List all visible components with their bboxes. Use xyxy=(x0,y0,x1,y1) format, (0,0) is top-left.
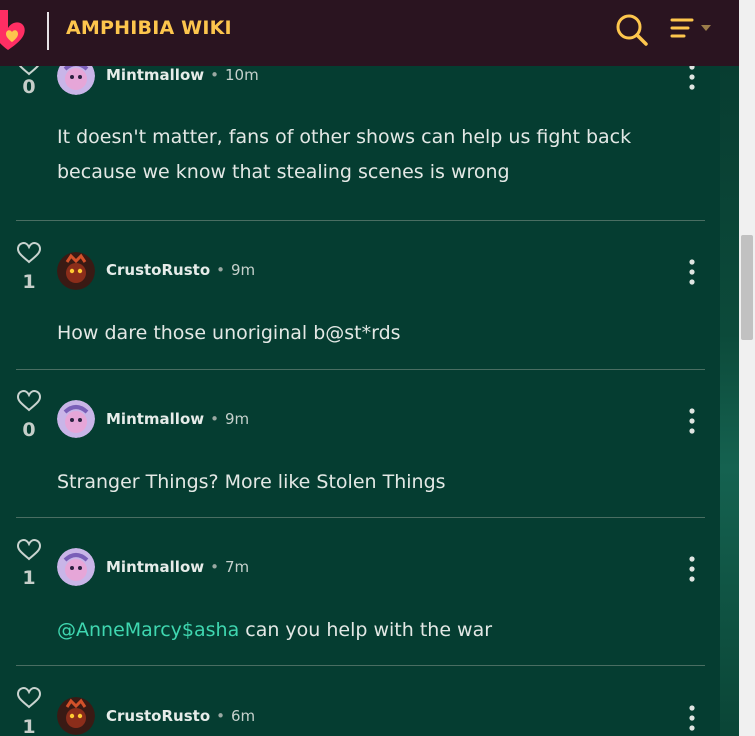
heart-icon[interactable] xyxy=(16,389,42,416)
comment-username[interactable]: Mintmallow xyxy=(106,66,204,84)
mintmallow-avatar[interactable] xyxy=(57,548,95,586)
more-options-icon[interactable] xyxy=(686,258,698,286)
heart-icon[interactable] xyxy=(16,538,42,565)
menu-lines-icon[interactable] xyxy=(670,16,716,44)
comment-timestamp: 9m xyxy=(224,410,250,428)
background-art-strip xyxy=(720,66,739,736)
comment-timestamp: 6m xyxy=(230,707,256,725)
comment-username[interactable]: Mintmallow xyxy=(106,410,204,428)
comment-divider xyxy=(16,517,705,518)
comment-meta: Mintmallow • 9m xyxy=(106,410,250,428)
comment-timestamp: 9m xyxy=(230,261,256,279)
fandom-heart-logo-icon[interactable] xyxy=(0,8,32,52)
comment-timestamp: 7m xyxy=(224,558,250,576)
wiki-title[interactable]: AMPHIBIA WIKI xyxy=(66,17,232,39)
comment-divider xyxy=(16,665,705,666)
crustorusto-avatar[interactable] xyxy=(57,252,95,290)
comment-username[interactable]: CrustoRusto xyxy=(106,707,210,725)
comment-text-remainder: can you help with the war xyxy=(239,619,493,641)
comment-divider xyxy=(16,369,705,370)
mintmallow-avatar[interactable] xyxy=(57,400,95,438)
more-options-icon[interactable] xyxy=(686,704,698,732)
like-count: 1 xyxy=(22,567,36,589)
like-count: 1 xyxy=(22,716,36,736)
like-count: 1 xyxy=(22,271,36,293)
search-icon[interactable] xyxy=(615,13,649,47)
comment-username[interactable]: CrustoRusto xyxy=(106,261,210,279)
comment-username[interactable]: Mintmallow xyxy=(106,558,204,576)
like-count: 0 xyxy=(22,76,36,98)
comment-divider xyxy=(16,220,705,221)
scrollbar-track[interactable] xyxy=(739,0,755,736)
comment-timestamp: 10m xyxy=(224,66,259,84)
comment-meta: CrustoRusto • 9m xyxy=(106,261,256,279)
comment-meta: Mintmallow • 7m xyxy=(106,558,250,576)
scrollbar-thumb[interactable] xyxy=(741,235,753,340)
user-mention-link[interactable]: @AnneMarcy$asha xyxy=(57,619,239,641)
top-navigation-bar: AMPHIBIA WIKI xyxy=(0,0,739,66)
comment-meta: CrustoRusto • 6m xyxy=(106,707,256,725)
heart-icon[interactable] xyxy=(16,686,42,713)
heart-icon[interactable] xyxy=(16,241,42,268)
more-options-icon[interactable] xyxy=(686,407,698,435)
mintmallow-avatar[interactable] xyxy=(57,66,95,95)
like-count: 0 xyxy=(22,419,36,441)
comment-meta: Mintmallow • 10m xyxy=(106,66,259,84)
crustorusto-avatar[interactable] xyxy=(57,697,95,735)
comment-text: How dare those unoriginal b@st*rds xyxy=(57,322,401,344)
comments-feed: 0 Mintmallow • 10m It doesn't matter, fans… xyxy=(0,66,739,736)
comment-text: @AnneMarcy$asha can you help with the wa… xyxy=(57,613,677,648)
more-options-icon[interactable] xyxy=(686,555,698,583)
comment-text: It doesn't matter, fans of other shows c… xyxy=(57,126,632,183)
more-options-icon[interactable] xyxy=(686,66,698,91)
comment-text: Stranger Things? More like Stolen Things xyxy=(57,471,446,493)
header-divider xyxy=(47,12,49,50)
